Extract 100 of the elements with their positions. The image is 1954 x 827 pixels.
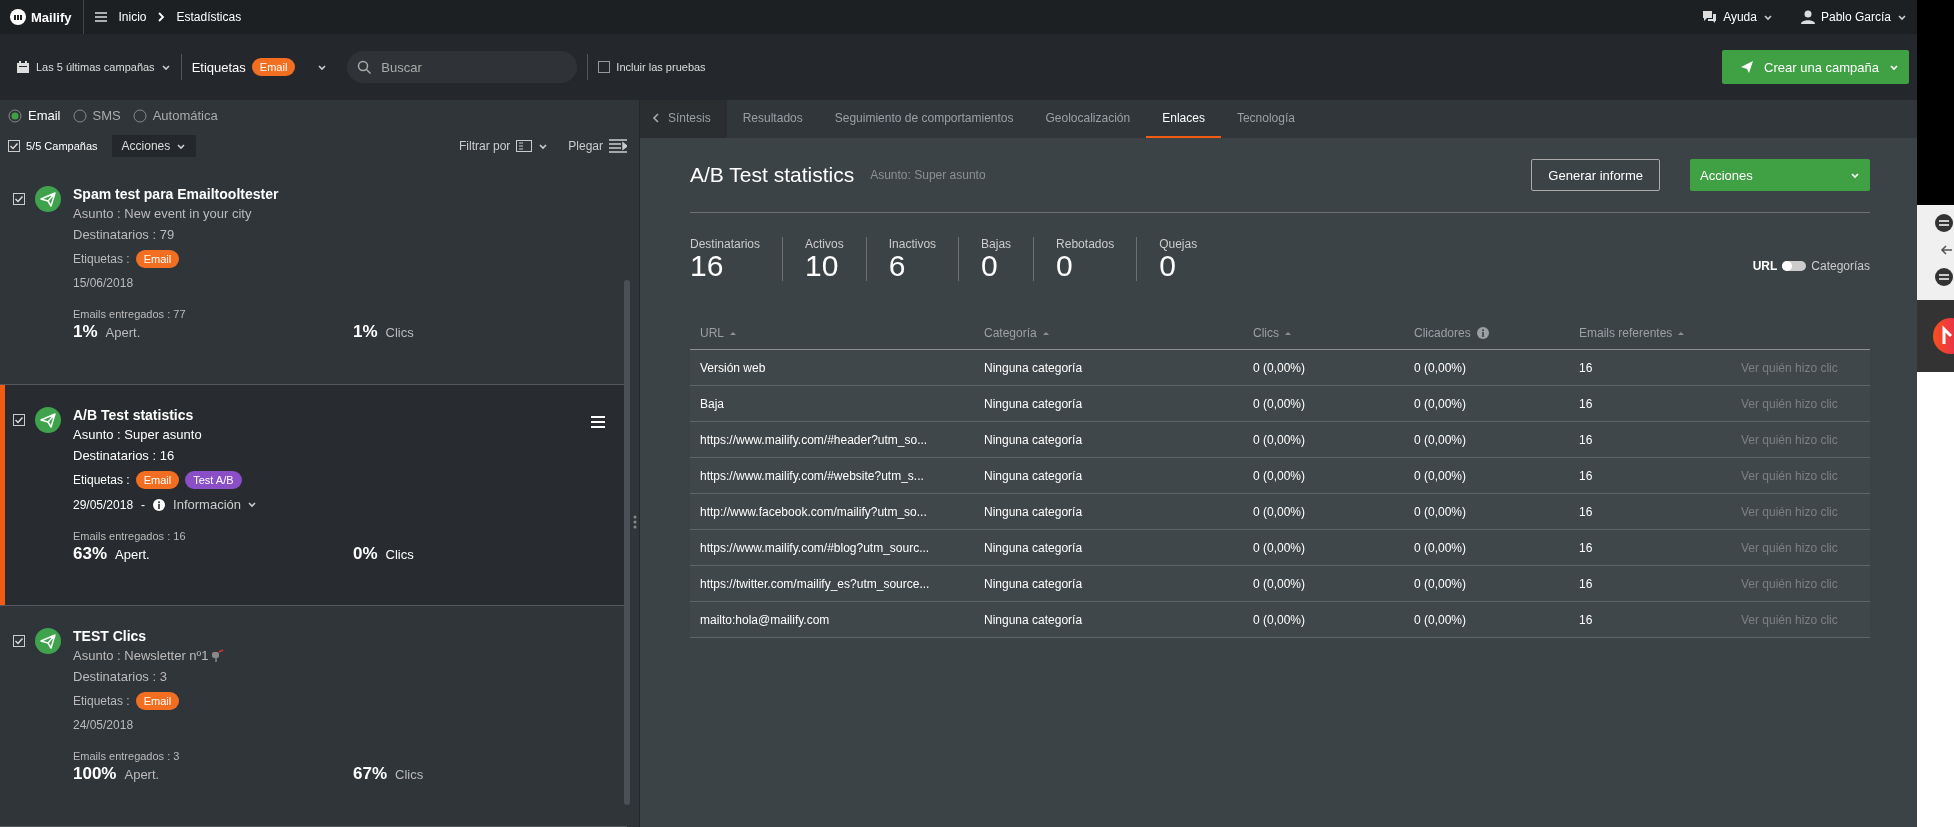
rate-value: 0%: [353, 544, 378, 564]
rate-value: 67%: [353, 764, 388, 784]
campaign-card[interactable]: A/B Test statistics Asunto : Super asunto Destinatarios : 16 Etiquetas : Email Test A/B 29/05/2018 - Información Emails entregados : 16 63% Apert. 0% Clics: [0, 385, 627, 605]
channel-option[interactable]: Email: [28, 108, 61, 124]
campaign-card[interactable]: Spam test para Emailtooltester Asunto : New event in your city Destinatarios : 79 Etiquetas : Email 15/06/2018 Emails entregados : 77 1% Apert. 1% Clics: [0, 164, 627, 384]
stat-value: 0: [1159, 251, 1176, 281]
stat-value: 16: [690, 251, 725, 281]
column-header[interactable]: Categoría: [974, 321, 1243, 350]
campaign-recipients: Destinatarios : 16: [73, 448, 176, 463]
rate-value: 1%: [73, 322, 98, 342]
campaign-subject: Asunto : Super asunto: [73, 427, 202, 442]
filter-label: Filtrar por: [458, 139, 511, 154]
stat-value: 0: [1056, 251, 1074, 281]
view-clickers-link[interactable]: Ver quién hizo clic: [1731, 493, 1870, 530]
campaign-count: 5/5 Campañas: [26, 140, 98, 153]
referrers-cell: 16: [1569, 601, 1731, 638]
url-cell: mailto:hola@mailify.com: [690, 601, 974, 638]
rate-value: 100%: [73, 764, 117, 784]
campaign-subject: Asunto : Newsletter nº1: [73, 648, 209, 663]
rate-label: Clics: [395, 767, 424, 782]
tag-pill[interactable]: Email: [251, 58, 296, 76]
breadcrumb-link[interactable]: Inicio: [118, 10, 147, 24]
view-clickers-link[interactable]: Ver quién hizo clic: [1731, 457, 1870, 494]
campaign-date: 29/05/2018: [73, 497, 134, 512]
column-header[interactable]: Emails referentes: [1569, 321, 1731, 350]
tab[interactable]: Seguimiento de comportamientos: [818, 100, 1030, 138]
clicks-cell: 0 (0,00%): [1243, 529, 1404, 566]
user-menu[interactable]: Pablo García: [1820, 10, 1891, 24]
campaign-recipients: Destinatarios : 79: [73, 227, 176, 242]
referrers-cell: 16: [1569, 349, 1731, 386]
referrers-cell: 16: [1569, 421, 1731, 458]
url-cell: https://www.mailify.com/#website?utm_s...: [690, 457, 974, 494]
stat-label: Inactivos: [888, 237, 937, 251]
referrers-cell: 16: [1569, 385, 1731, 422]
breadcrumb-link[interactable]: Estadísticas: [176, 10, 242, 24]
campaign-title: A/B Test statistics: [73, 407, 194, 423]
column-header[interactable]: URL: [690, 321, 974, 350]
clicks-cell: 0 (0,00%): [1243, 421, 1404, 458]
period-dropdown[interactable]: Las 5 últimas campañas: [36, 61, 155, 73]
report-subject: Asunto: Super asunto: [870, 168, 986, 182]
collapse-label[interactable]: Plegar: [568, 139, 603, 154]
view-clickers-link[interactable]: Ver quién hizo clic: [1731, 565, 1870, 602]
toggle-left-label: URL: [1752, 259, 1778, 273]
rate-label: Clics: [385, 547, 414, 562]
view-clickers-link[interactable]: Ver quién hizo clic: [1731, 385, 1870, 422]
clicks-cell: 0 (0,00%): [1243, 565, 1404, 602]
create-campaign-button[interactable]: Crear una campaña: [1722, 50, 1909, 84]
view-clickers-link[interactable]: Ver quién hizo clic: [1731, 421, 1870, 458]
delivered-count: Emails entregados : 77: [73, 308, 187, 320]
clickers-cell: 0 (0,00%): [1404, 493, 1569, 530]
separator-dash: -: [141, 497, 146, 512]
referrers-cell: 16: [1569, 457, 1731, 494]
campaign-recipients: Destinatarios : 3: [73, 669, 168, 684]
rate-label: Apert.: [105, 325, 141, 340]
delivered-count: Emails entregados : 3: [73, 750, 181, 762]
clickers-cell: 0 (0,00%): [1404, 385, 1569, 422]
generate-report-button[interactable]: Generar informe: [1531, 159, 1660, 191]
actions-dropdown[interactable]: Acciones: [111, 135, 197, 158]
search-field[interactable]: Buscar: [347, 51, 578, 83]
url-cell: https://twitter.com/mailify_es?utm_source...: [690, 565, 974, 602]
tags-label: Etiquetas :: [73, 473, 130, 487]
category-cell: Ninguna categoría: [974, 457, 1243, 494]
help-menu[interactable]: Ayuda: [1723, 10, 1757, 24]
url-cell: http://www.facebook.com/mailify?utm_so...: [690, 493, 974, 530]
url-cell: Baja: [690, 385, 974, 422]
tab[interactable]: Resultados: [726, 100, 819, 138]
tag-pill[interactable]: Email: [135, 471, 180, 489]
clickers-cell: 0 (0,00%): [1404, 349, 1569, 386]
campaign-subject: Asunto : New event in your city: [73, 206, 252, 221]
channel-option[interactable]: Automática: [152, 108, 218, 124]
channel-option[interactable]: SMS: [92, 108, 121, 124]
tab[interactable]: Tecnología: [1220, 100, 1311, 138]
category-cell: Ninguna categoría: [974, 565, 1243, 602]
view-clickers-link[interactable]: Ver quién hizo clic: [1731, 601, 1870, 638]
column-header[interactable]: Clics: [1243, 321, 1404, 350]
referrers-cell: 16: [1569, 565, 1731, 602]
info-dropdown[interactable]: Información: [173, 497, 257, 512]
tags-label: Etiquetas :: [73, 252, 130, 266]
tag-pill[interactable]: Email: [135, 692, 180, 710]
logo-text: Mailify: [31, 9, 72, 25]
view-clickers-link[interactable]: Ver quién hizo clic: [1731, 529, 1870, 566]
view-clickers-link[interactable]: Ver quién hizo clic: [1731, 349, 1870, 386]
column-header[interactable]: Clicadores: [1404, 321, 1569, 350]
category-cell: Ninguna categoría: [974, 601, 1243, 638]
stat-value: 10: [805, 251, 840, 281]
category-cell: Ninguna categoría: [974, 421, 1243, 458]
tab[interactable]: Enlaces: [1146, 100, 1221, 138]
tag-pill[interactable]: Test A/B: [185, 471, 242, 489]
tags-filter-label: Etiquetas: [191, 59, 246, 75]
tab[interactable]: Geolocalización: [1029, 100, 1147, 138]
actions-dropdown[interactable]: Acciones: [1690, 159, 1870, 191]
campaign-card[interactable]: TEST Clics Asunto : Newsletter nº1 Destinatarios : 3 Etiquetas : Email 24/05/2018 Emails entregados : 3 100% Apert. 67% Clics: [0, 606, 627, 826]
stat-label: Quejas: [1159, 237, 1198, 251]
tag-pill[interactable]: Email: [135, 250, 180, 268]
clickers-cell: 0 (0,00%): [1404, 529, 1569, 566]
tab[interactable]: Síntesis: [640, 100, 727, 138]
stat-label: Rebotados: [1056, 237, 1115, 251]
url-cell: https://www.mailify.com/#blog?utm_sourc...: [690, 529, 974, 566]
stat-label: Activos: [805, 237, 844, 251]
clickers-cell: 0 (0,00%): [1404, 601, 1569, 638]
